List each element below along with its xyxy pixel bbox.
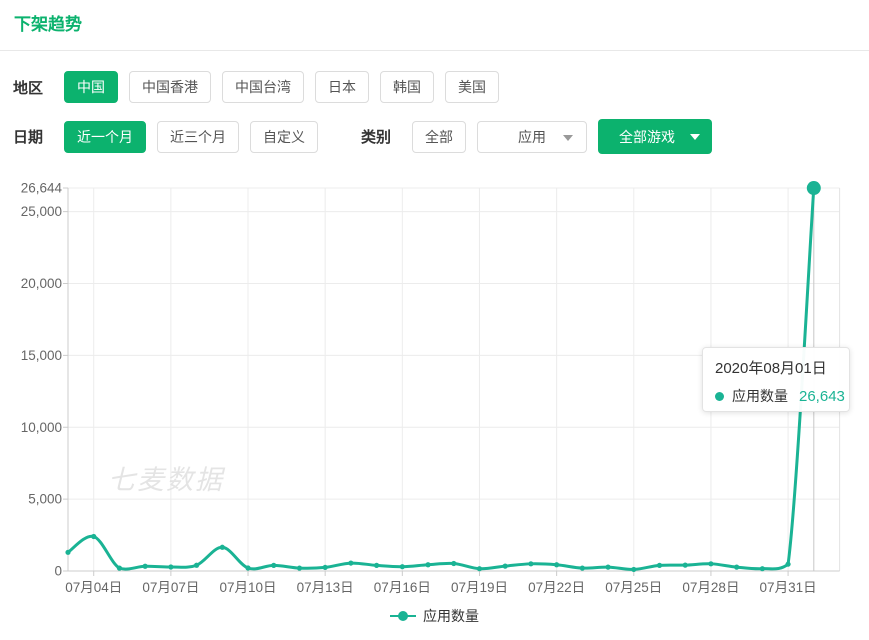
region-filter-label: 地区 bbox=[13, 79, 44, 97]
svg-text:5,000: 5,000 bbox=[28, 492, 62, 507]
game-category-dropdown-value: 全部游戏 bbox=[619, 128, 676, 145]
watermark: 七麦数据 bbox=[108, 465, 226, 495]
svg-text:07月31日: 07月31日 bbox=[760, 580, 817, 595]
region-button-2[interactable]: 中国台湾 bbox=[222, 71, 305, 103]
region-button-1[interactable]: 中国香港 bbox=[129, 71, 212, 103]
y-axis-labels: 0 5,000 10,000 15,000 20,000 25,000 26,644 bbox=[21, 181, 63, 579]
header-divider bbox=[0, 50, 869, 51]
svg-text:07月25日: 07月25日 bbox=[605, 580, 662, 595]
svg-text:07月28日: 07月28日 bbox=[682, 580, 739, 595]
page-title: 下架趋势 bbox=[14, 15, 82, 34]
region-button-3[interactable]: 日本 bbox=[315, 71, 370, 103]
region-button-0[interactable]: 中国 bbox=[64, 71, 119, 103]
svg-text:10,000: 10,000 bbox=[21, 420, 62, 435]
chevron-down-icon bbox=[690, 134, 701, 140]
highlighted-data-point[interactable] bbox=[806, 181, 821, 196]
tooltip-series-label: 应用数量 bbox=[732, 388, 788, 404]
svg-text:0: 0 bbox=[54, 564, 62, 579]
line-series-legend-icon bbox=[390, 611, 416, 621]
tooltip-value: 26,643 bbox=[799, 387, 845, 405]
date-range-button-0[interactable]: 近一个月 bbox=[64, 120, 147, 153]
legend-app-count[interactable]: 应用数量 bbox=[0, 606, 869, 626]
date-range-button-1[interactable]: 近三个月 bbox=[157, 120, 240, 153]
chevron-down-icon bbox=[563, 134, 574, 141]
svg-text:15,000: 15,000 bbox=[21, 348, 62, 363]
category-all-button[interactable]: 全部 bbox=[412, 120, 467, 153]
svg-text:07月16日: 07月16日 bbox=[374, 580, 431, 595]
svg-text:07月10日: 07月10日 bbox=[219, 580, 276, 595]
date-button-group: 近一个月 近三个月 自定义 bbox=[64, 120, 329, 153]
category-filter-label: 类别 bbox=[361, 129, 392, 146]
series-marker-dot bbox=[715, 391, 724, 401]
svg-text:26,644: 26,644 bbox=[21, 181, 63, 196]
svg-text:20,000: 20,000 bbox=[21, 276, 62, 291]
date-filter-row: 日期 近一个月 近三个月 自定义 类别 全部 应用 全部游戏 bbox=[13, 119, 713, 154]
svg-text:07月19日: 07月19日 bbox=[451, 580, 508, 595]
chart-tooltip: 2020年08月01日 应用数量 26,643 bbox=[702, 347, 850, 412]
game-category-dropdown[interactable]: 全部游戏 bbox=[598, 119, 713, 154]
tooltip-series-row: 应用数量 26,643 bbox=[715, 386, 845, 406]
svg-text:07月13日: 07月13日 bbox=[297, 580, 354, 595]
date-range-button-2[interactable]: 自定义 bbox=[250, 120, 319, 153]
svg-text:07月04日: 07月04日 bbox=[65, 580, 122, 595]
app-category-dropdown-value: 应用 bbox=[518, 128, 547, 145]
svg-text:25,000: 25,000 bbox=[21, 204, 62, 219]
legend-label: 应用数量 bbox=[423, 608, 479, 624]
svg-text:07月22日: 07月22日 bbox=[528, 580, 585, 595]
x-axis-labels: 07月04日 07月07日 07月10日 07月13日 07月16日 07月19日 07月2… bbox=[65, 580, 816, 595]
region-filter-row: 地区 中国 中国香港 中国台湾 日本 韩国 美国 bbox=[13, 71, 510, 103]
region-button-5[interactable]: 美国 bbox=[445, 71, 500, 103]
date-filter-label: 日期 bbox=[13, 129, 44, 146]
svg-text:07月07日: 07月07日 bbox=[142, 580, 199, 595]
region-button-4[interactable]: 韩国 bbox=[380, 71, 435, 103]
region-button-group: 中国 中国香港 中国台湾 日本 韩国 美国 bbox=[64, 71, 510, 103]
app-category-dropdown[interactable]: 应用 bbox=[477, 120, 588, 153]
tooltip-date: 2020年08月01日 bbox=[715, 360, 827, 377]
